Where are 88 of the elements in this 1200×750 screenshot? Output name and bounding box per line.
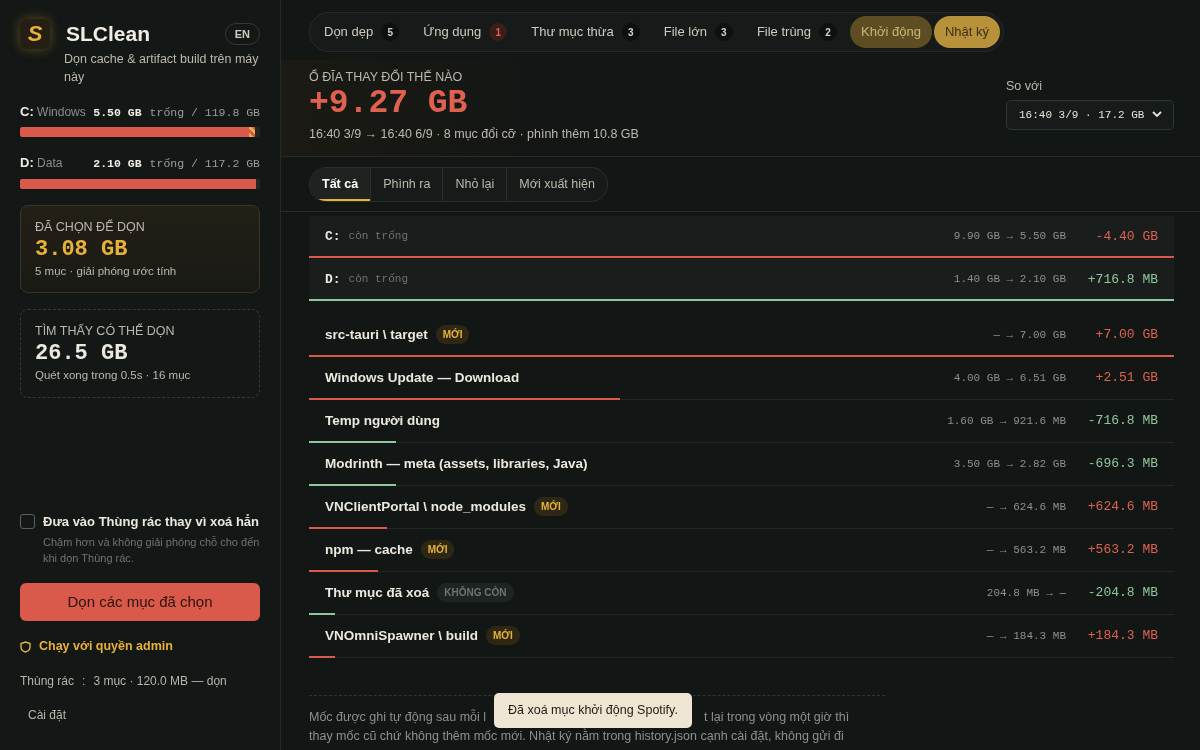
new-badge: MỚI [435,325,470,345]
trash-label: Thùng rác [20,673,75,690]
drive-label: C: Windows [20,102,86,121]
nav-tab[interactable]: Nhật ký [933,16,1001,48]
nav-tab[interactable]: File lớn 3 [652,18,744,46]
size-change: — → 7.00 GB [993,327,1066,343]
new-badge: MỚI [486,626,520,646]
filter-tab[interactable]: Nhỏ lại [443,168,508,201]
size-delta: +716.8 MB [1086,270,1158,289]
checkbox-hint: Chậm hơn và không giải phóng chỗ cho đến khi dọn Thùng rác. [43,534,260,567]
count-badge: 1 [489,23,508,41]
size-change: 4.00 GB → 6.51 GB [953,370,1066,386]
size-change: 1.60 GB → 921.6 MB [947,413,1066,429]
size-delta: +184.3 MB [1086,627,1158,646]
count-badge: 3 [621,23,640,41]
size-delta: -696.3 MB [1086,455,1158,474]
drive-name: C: [325,227,341,246]
card-label: TÌM THẤY CÓ THỂ DỌN [35,322,176,341]
drive-free-space: 2.10 GB [93,156,142,173]
new-badge: MỚI [420,540,455,560]
folder-name: VNClientPortal \ node_modules [325,497,527,516]
nav-tab[interactable]: File trùng 2 [745,18,849,46]
folder-name: Thư mục đã xoá [325,583,430,602]
count-badge: 5 [381,23,400,41]
filter-tab[interactable]: Mới xuất hiện [507,168,607,201]
settings-link[interactable]: Cài đặt [28,706,67,724]
drive-capacity: trống / 117.2 GB [149,156,260,173]
size-change: — → 563.2 MB [986,542,1066,558]
card-value: 3.08 GB [35,236,129,263]
count-badge: 2 [819,23,838,41]
shield-icon [20,640,31,653]
drive-name: D: [325,270,341,289]
tagline: Dọn cache & artifact build trên máy này [64,50,260,86]
total-change: +9.27 GB [309,86,469,122]
filter-tab[interactable]: Tất cả [310,168,372,201]
note-text: t lại trong vòng một giờ thì [704,708,850,726]
folder-name: Temp người dùng [325,411,441,430]
size-change: — → 624.6 MB [986,499,1066,515]
size-delta: -4.40 GB [1094,227,1158,246]
compare-label: So với [1006,77,1043,95]
app-logo: S [20,18,50,49]
folder-name: Windows Update — Download [325,368,520,387]
size-change: 204.8 MB → — [986,585,1066,601]
folder-name: npm — cache [325,540,413,559]
size-delta: -716.8 MB [1086,412,1158,431]
size-change: — → 184.3 MB [986,628,1066,644]
nav-tab[interactable]: Dọn dẹp 5 [313,18,411,46]
trash-summary[interactable]: 3 mục · 120.0 MB — dọn [93,672,227,690]
size-change: 1.40 GB → 2.10 GB [953,272,1066,288]
app-name: SLClean [66,21,151,47]
size-delta: +2.51 GB [1094,369,1158,388]
drive-free-space: 5.50 GB [93,104,142,121]
drive-capacity: trống / 119.8 GB [149,104,260,121]
admin-link[interactable]: Chạy với quyền admin [39,637,173,656]
folder-name: VNOmniSpawner \ build [325,626,478,645]
new-badge: MỚI [534,497,568,517]
filter-tab[interactable]: Phình ra [371,168,444,201]
drive-note: còn trống [348,229,409,245]
nav-tab[interactable]: Thư mục thừa 3 [520,18,651,46]
size-change: 9.90 GB → 5.50 GB [953,229,1066,245]
checkbox[interactable] [20,514,35,530]
trash-separator: : [82,673,86,690]
card-value: 26.5 GB [35,340,129,368]
drive-note: còn trống [348,272,409,288]
compare-select[interactable]: 16:40 3/9 · 17.2 GB [1006,99,1174,131]
clean-button[interactable]: Dọn các mục đã chọn [20,582,260,622]
change-detail: 16:40 3/9 → 16:40 6/9 · 8 mục đổi cỡ · phình thêm 10.8 GB [309,126,639,144]
section-label: Ổ ĐĨA THAY ĐỔI THẾ NÀO [309,68,464,86]
count-badge: 3 [714,23,733,41]
folder-name: Modrinth — meta (assets, libraries, Java) [325,454,588,473]
card-detail: 5 mục · giải phóng ước tính [35,263,178,279]
card-detail: Quét xong trong 0.5s · 16 mục [35,368,192,384]
note-text: Mốc được ghi tự động sau mỗi l [309,708,487,726]
nav-tab[interactable]: Khởi động [850,16,932,48]
size-delta: +7.00 GB [1094,326,1158,345]
checkbox-label: Đưa vào Thùng rác thay vì xoá hẳn [43,513,260,532]
drive-label: D: Data [20,154,63,173]
removed-badge: KHÔNG CÒN [437,583,514,603]
size-delta: +624.6 MB [1086,498,1158,517]
card-label: ĐÃ CHỌN ĐỂ DỌN [35,218,146,236]
folder-name: src-tauri \ target [325,325,428,344]
size-delta: +563.2 MB [1086,541,1158,560]
nav-tab[interactable]: Ứng dụng 1 [412,18,519,46]
toast-message: Đã xoá mục khởi động Spotify. [494,693,692,728]
size-change: 3.50 GB → 2.82 GB [953,456,1066,472]
size-delta: -204.8 MB [1086,584,1158,603]
chevron-icon [1152,111,1163,119]
note-text: thay mốc cũ chứ không thêm mốc mới. Nhật ký nằm trong history.json cạnh cài đặt, không gửi đi [309,727,845,746]
